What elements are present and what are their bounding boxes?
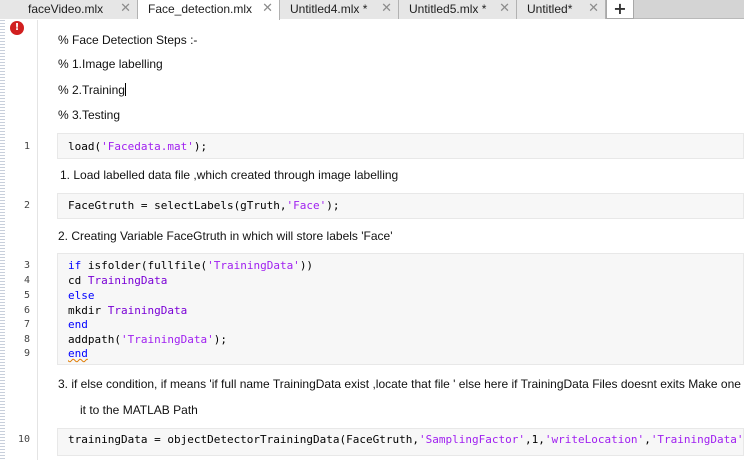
tab-label: faceVideo.mlx — [28, 2, 104, 16]
code-string: 'TrainingData' — [650, 433, 744, 446]
code-text: ); — [193, 140, 208, 153]
code-line-9[interactable]: end — [68, 347, 88, 362]
line-number-gutter — [0, 20, 37, 460]
code-text: trainingData = objectDetectorTrainingDat… — [68, 433, 419, 446]
tab-facevideo[interactable]: faceVideo.mlx ✕ — [0, 0, 138, 19]
close-icon[interactable]: ✕ — [588, 1, 599, 17]
code-text: cd — [68, 274, 88, 287]
tab-face-detection[interactable]: Face_detection.mlx ✕ — [138, 0, 280, 20]
text-heading[interactable]: % Face Detection Steps :- — [58, 33, 197, 48]
line-number: 1 — [23, 141, 30, 152]
text-note-2[interactable]: 2. Creating Variable FaceGtruth in which… — [58, 229, 393, 244]
close-icon[interactable]: ✕ — [381, 1, 392, 17]
text-note-1[interactable]: 1. Load labelled data file ,which create… — [60, 168, 398, 183]
close-icon[interactable]: ✕ — [499, 1, 510, 17]
add-tab-button[interactable]: + — [606, 0, 634, 19]
code-line-4[interactable]: cd TrainingData — [68, 274, 167, 289]
code-text: ); — [326, 199, 340, 212]
close-icon[interactable]: ✕ — [120, 1, 131, 17]
code-string: 'SamplingFactor' — [419, 433, 525, 446]
error-icon[interactable]: ! — [10, 21, 24, 35]
line-number: 5 — [23, 290, 30, 301]
code-string: 'Face' — [286, 199, 327, 212]
code-text: isfolder(fullfile( — [81, 259, 208, 272]
code-text: mkdir — [68, 304, 108, 317]
text-step-1[interactable]: % 1.Image labelling — [58, 57, 163, 72]
code-text: , — [644, 433, 651, 446]
line-number: 3 — [23, 260, 30, 271]
code-text: )) — [299, 259, 314, 272]
text-step-2[interactable]: % 2.Training — [58, 83, 126, 98]
tab-untitled5[interactable]: Untitled5.mlx * ✕ — [399, 0, 517, 19]
tab-untitled4[interactable]: Untitled4.mlx * ✕ — [280, 0, 399, 19]
gutter-divider — [37, 20, 38, 460]
line-number: 8 — [23, 334, 30, 345]
code-line-6[interactable]: mkdir TrainingData — [68, 304, 187, 319]
text-cursor — [124, 83, 126, 96]
code-text: ); — [213, 333, 227, 346]
code-string: 'Facedata.mat' — [101, 140, 194, 153]
code-keyword: else — [68, 289, 95, 302]
code-text: FaceGtruth = selectLabels(gTruth, — [68, 199, 287, 212]
text-note-3-continued[interactable]: it to the MATLAB Path — [80, 403, 198, 418]
tab-label: Untitled5.mlx * — [409, 2, 487, 16]
line-number: 9 — [23, 348, 30, 359]
code-text: load( — [68, 140, 102, 153]
line-number: 10 — [17, 434, 30, 445]
line-number: 2 — [23, 200, 30, 211]
code-line-1[interactable]: load('Facedata.mat'); — [68, 140, 207, 155]
code-command-arg: TrainingData — [87, 274, 168, 287]
code-string: 'TrainingData' — [207, 259, 300, 272]
text-note-3[interactable]: 3. if else condition, if means 'if full … — [58, 377, 744, 392]
tab-label: Face_detection.mlx — [148, 2, 253, 16]
close-icon[interactable]: ✕ — [262, 1, 273, 17]
code-line-2[interactable]: FaceGtruth = selectLabels(gTruth,'Face')… — [68, 199, 340, 214]
code-keyword: end — [68, 347, 88, 360]
code-line-10[interactable]: trainingData = objectDetectorTrainingDat… — [68, 433, 744, 448]
line-number: 4 — [23, 275, 30, 286]
code-keyword: end — [68, 318, 88, 331]
text-step-2-label: % 2.Training — [58, 83, 125, 97]
code-string: 'TrainingData' — [120, 333, 214, 346]
line-number: 6 — [23, 305, 30, 316]
code-line-3[interactable]: if isfolder(fullfile('TrainingData')) — [68, 259, 313, 274]
text-step-3[interactable]: % 3.Testing — [58, 108, 120, 123]
code-text: ,1, — [524, 433, 545, 446]
code-command-arg: TrainingData — [107, 304, 188, 317]
tab-label: Untitled* — [527, 2, 573, 16]
code-string: 'writeLocation' — [544, 433, 645, 446]
code-keyword: if — [68, 259, 82, 272]
line-number: 7 — [23, 319, 30, 330]
editor-tab-bar: faceVideo.mlx ✕ Face_detection.mlx ✕ Unt… — [0, 0, 744, 20]
tab-untitled[interactable]: Untitled* ✕ — [517, 0, 606, 19]
code-line-5[interactable]: else — [68, 289, 95, 304]
tab-label: Untitled4.mlx * — [290, 2, 368, 16]
section-bar[interactable] — [0, 20, 5, 460]
code-line-7[interactable]: end — [68, 318, 88, 333]
code-text: addpath( — [68, 333, 121, 346]
code-line-8[interactable]: addpath('TrainingData'); — [68, 333, 227, 348]
